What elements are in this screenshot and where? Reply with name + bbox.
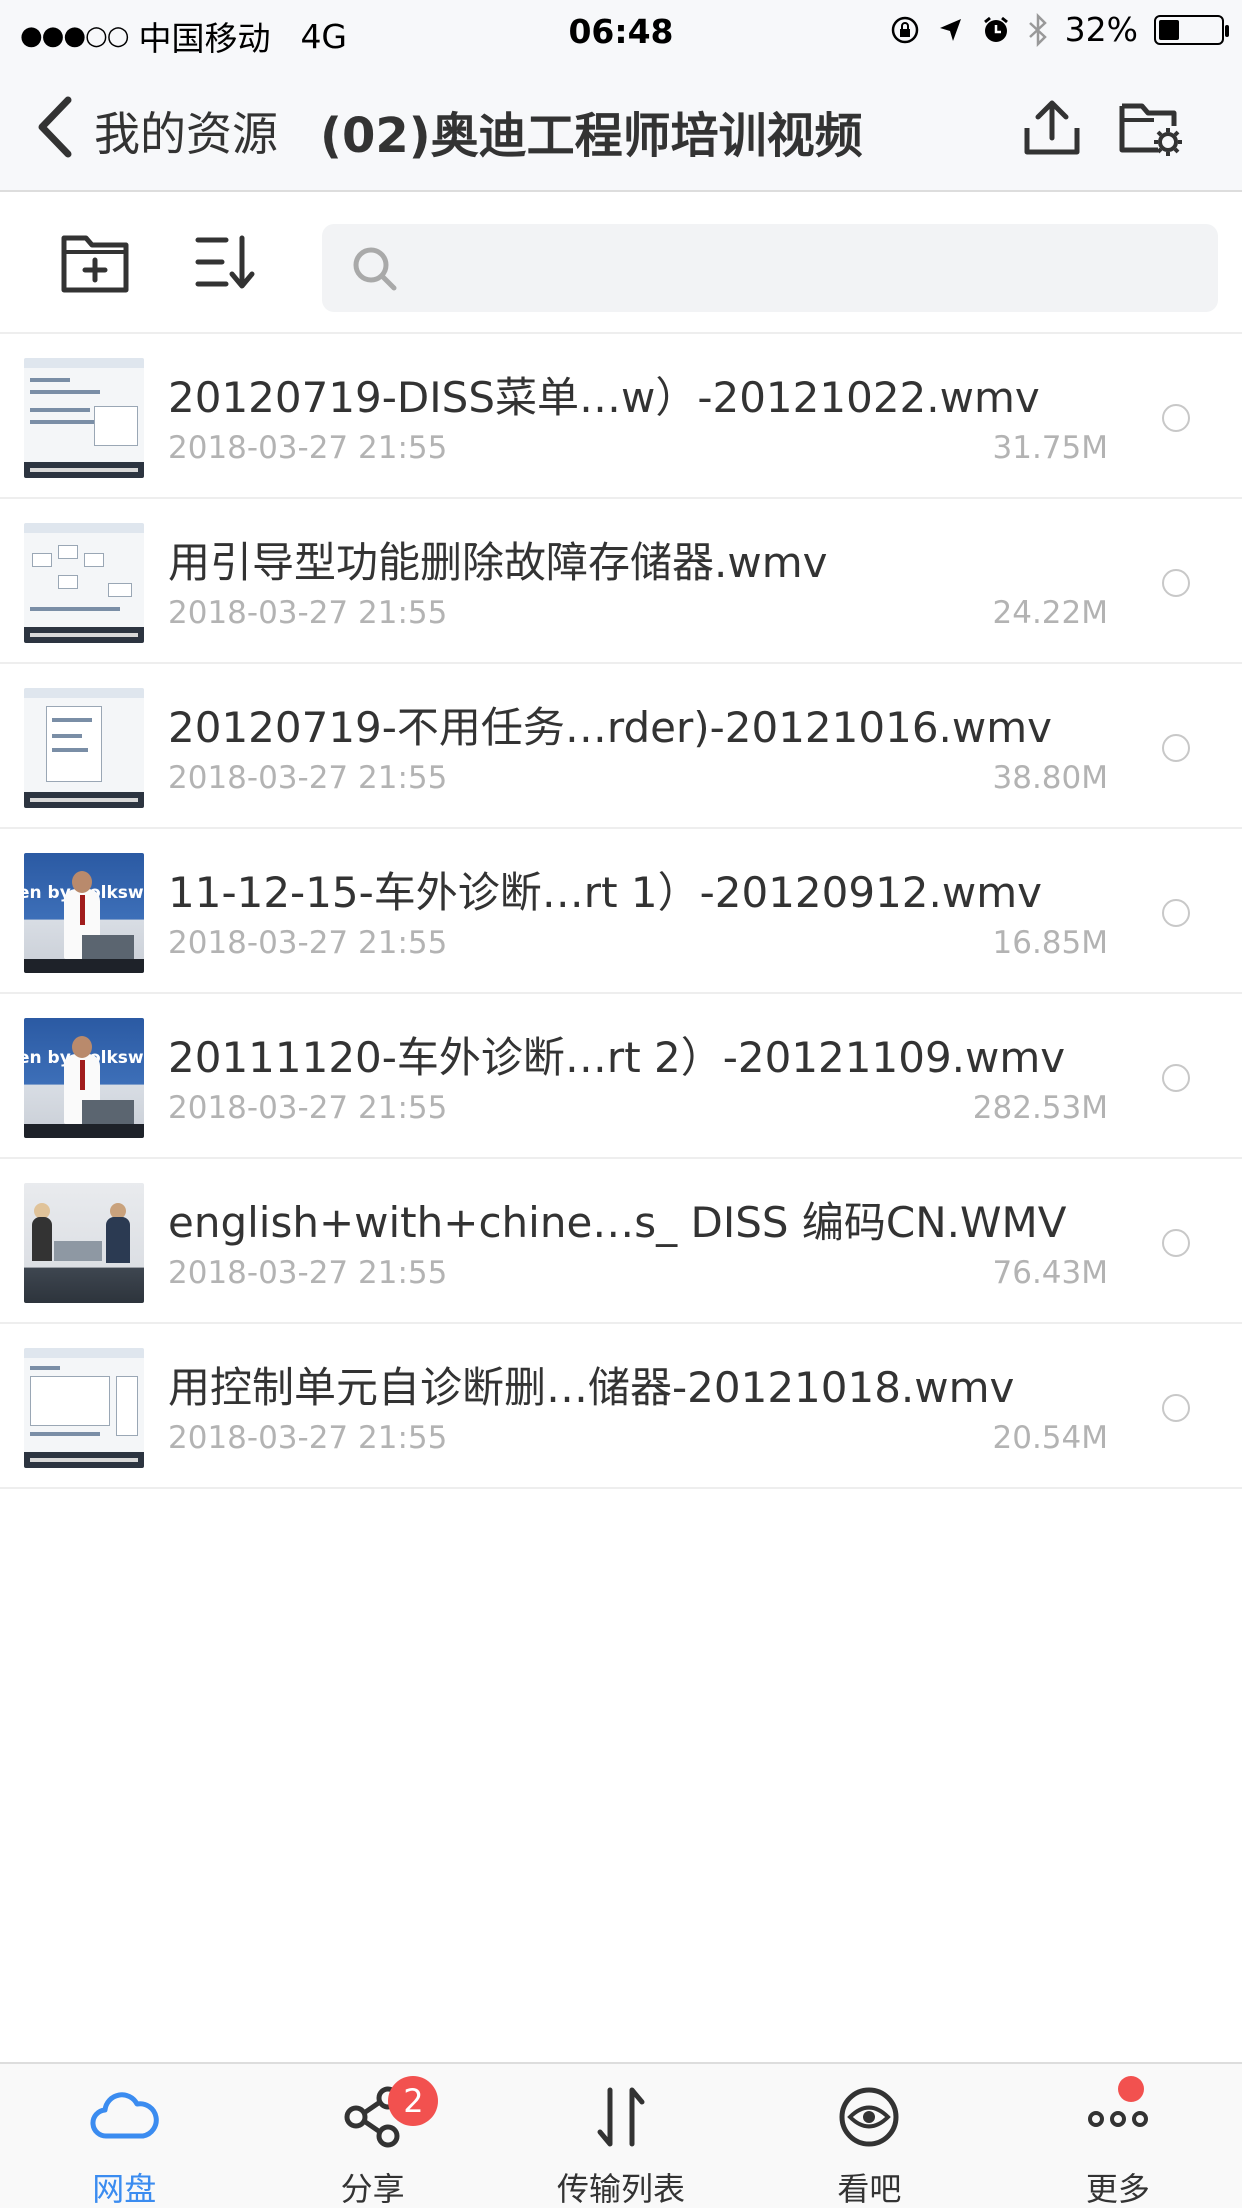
tab-label: 传输列表 xyxy=(557,2170,686,2208)
file-name: 用引导型功能删除故障存储器.wmv xyxy=(168,538,828,587)
video-thumbnail xyxy=(24,358,144,478)
navigation-bar: 我的资源 (02)奥迪工程师培训视频 xyxy=(0,62,1242,192)
search-input[interactable] xyxy=(414,224,1194,312)
tab-label: 网盘 xyxy=(92,2170,157,2208)
file-date: 2018-03-27 21:55 xyxy=(168,1090,448,1126)
file-date: 2018-03-27 21:55 xyxy=(168,760,448,796)
select-radio[interactable] xyxy=(1162,404,1190,432)
tab-transfer-list[interactable]: 传输列表 xyxy=(497,2064,745,2210)
video-thumbnail: en by Volksw xyxy=(24,853,144,973)
video-thumbnail xyxy=(24,688,144,808)
tab-more[interactable]: 更多 xyxy=(994,2064,1242,2210)
battery-level xyxy=(1159,19,1179,40)
tab-share[interactable]: 2 分享 xyxy=(248,2064,496,2210)
file-size: 16.85M xyxy=(992,925,1109,961)
file-date: 2018-03-27 21:55 xyxy=(168,925,448,961)
tab-bar: 网盘 2 分享 传输列表 看吧 更多 xyxy=(0,2062,1242,2208)
file-size: 20.54M xyxy=(992,1420,1109,1456)
file-row[interactable]: 用引导型功能删除故障存储器.wmv 2018-03-27 21:55 24.22… xyxy=(0,499,1242,664)
file-name: 11-12-15-车外诊断…rt 1）-20120912.wmv xyxy=(168,868,1043,917)
file-row[interactable]: 20120719-DISS菜单…w）-20121022.wmv 2018-03-… xyxy=(0,334,1242,499)
file-size: 76.43M xyxy=(992,1255,1109,1291)
location-icon xyxy=(939,18,961,41)
tab-watch[interactable]: 看吧 xyxy=(745,2064,993,2210)
file-name: 20120719-不用任务…rder)-20121016.wmv xyxy=(168,703,1053,752)
folder-settings-icon[interactable] xyxy=(1118,96,1182,160)
eye-icon xyxy=(839,2087,899,2147)
search-box[interactable] xyxy=(322,224,1218,312)
file-row[interactable]: 用控制单元自诊断删…储器-20121018.wmv 2018-03-27 21:… xyxy=(0,1324,1242,1489)
video-thumbnail xyxy=(24,1183,144,1303)
video-thumbnail xyxy=(24,523,144,643)
select-radio[interactable] xyxy=(1162,734,1190,762)
file-name: 用控制单元自诊断删…储器-20121018.wmv xyxy=(168,1363,1015,1412)
video-thumbnail xyxy=(24,1348,144,1468)
file-row[interactable]: english+with+chine…s_ DISS 编码CN.WMV 2018… xyxy=(0,1159,1242,1324)
file-row[interactable]: en by Volksw 11-12-15-车外诊断…rt 1）-2012091… xyxy=(0,829,1242,994)
select-radio[interactable] xyxy=(1162,1394,1190,1422)
new-folder-icon[interactable] xyxy=(60,232,130,294)
file-name: 20111120-车外诊断…rt 2）-20121109.wmv xyxy=(168,1033,1066,1082)
transfer-icon xyxy=(597,2087,645,2147)
select-radio[interactable] xyxy=(1162,1064,1190,1092)
battery-percent: 32% xyxy=(1064,10,1138,49)
file-size: 282.53M xyxy=(972,1090,1108,1126)
notification-badge: 2 xyxy=(388,2076,439,2126)
back-button-label[interactable]: 我的资源 xyxy=(94,98,278,164)
upload-icon[interactable] xyxy=(1022,98,1082,158)
alarm-icon xyxy=(983,16,1008,42)
notification-dot xyxy=(1117,2076,1144,2102)
toolbar xyxy=(0,192,1242,334)
status-bar: ●●●○○ 中国移动 4G 06:48 32% xyxy=(0,0,1242,62)
sort-icon[interactable] xyxy=(194,234,260,290)
select-radio[interactable] xyxy=(1162,899,1190,927)
search-icon xyxy=(353,247,397,291)
select-radio[interactable] xyxy=(1162,1229,1190,1257)
tab-cloud-drive[interactable]: 网盘 xyxy=(0,2064,248,2210)
file-date: 2018-03-27 21:55 xyxy=(168,430,448,466)
cloud-icon xyxy=(90,2092,159,2139)
orientation-lock-icon xyxy=(891,16,918,43)
file-size: 31.75M xyxy=(992,430,1109,466)
file-name: english+with+chine…s_ DISS 编码CN.WMV xyxy=(168,1198,1067,1247)
file-name: 20120719-DISS菜单…w）-20121022.wmv xyxy=(168,373,1040,422)
file-date: 2018-03-27 21:55 xyxy=(168,1255,448,1291)
tab-label: 看吧 xyxy=(837,2170,902,2208)
file-size: 24.22M xyxy=(992,595,1109,631)
file-date: 2018-03-27 21:55 xyxy=(168,1420,448,1456)
page-title: (02)奥迪工程师培训视频 xyxy=(320,108,863,164)
tab-label: 更多 xyxy=(1085,2170,1150,2208)
status-right: 32% xyxy=(873,10,1229,49)
file-row[interactable]: 20120719-不用任务…rder)-20121016.wmv 2018-03… xyxy=(0,664,1242,829)
back-chevron-icon[interactable] xyxy=(30,94,84,160)
tab-label: 分享 xyxy=(340,2170,405,2208)
select-radio[interactable] xyxy=(1162,569,1190,597)
bluetooth-icon xyxy=(1028,12,1047,47)
file-row[interactable]: en by Volksw 20111120-车外诊断…rt 2）-2012110… xyxy=(0,994,1242,1159)
video-thumbnail: en by Volksw xyxy=(24,1018,144,1138)
battery-icon xyxy=(1154,14,1229,45)
file-date: 2018-03-27 21:55 xyxy=(168,595,448,631)
file-size: 38.80M xyxy=(992,760,1109,796)
file-list: 20120719-DISS菜单…w）-20121022.wmv 2018-03-… xyxy=(0,334,1242,1489)
